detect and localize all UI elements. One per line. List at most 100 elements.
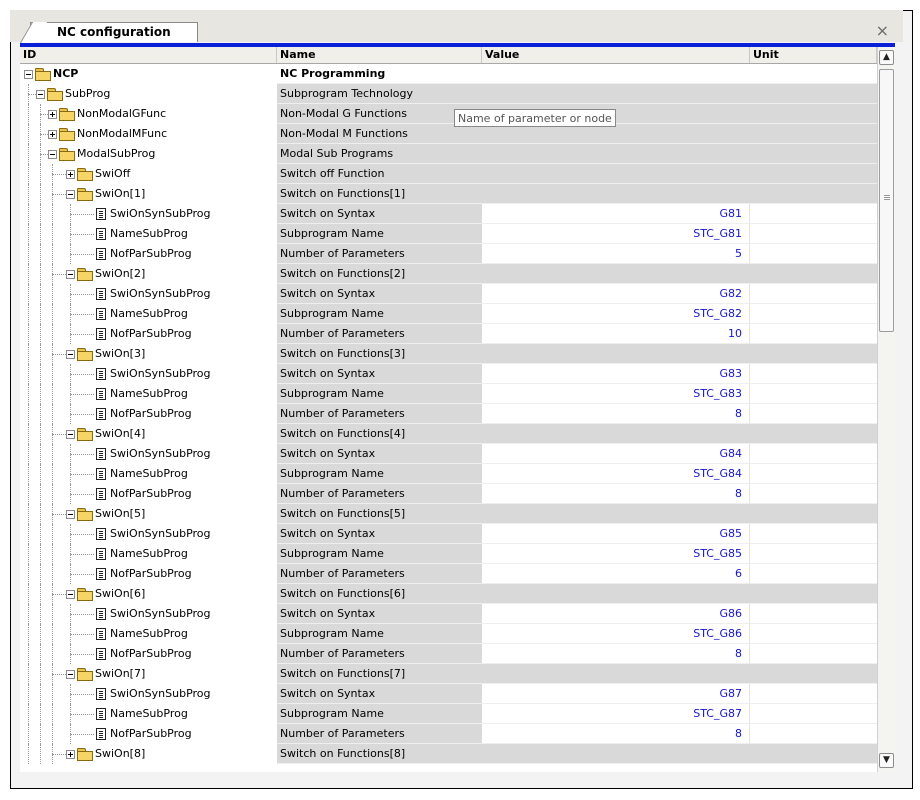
id-cell[interactable]: SwiOn[6] [20, 584, 277, 604]
collapse-icon[interactable] [66, 669, 75, 679]
id-cell[interactable]: NofParSubProg [20, 324, 277, 344]
value-cell[interactable]: STC_G86 [482, 624, 750, 644]
table-row[interactable]: NonModalMFunc Non-Modal M Functions [20, 124, 877, 144]
collapse-icon[interactable] [48, 149, 57, 159]
close-icon[interactable]: × [876, 23, 889, 39]
table-row[interactable]: NameSubProg Subprogram Name STC_G85 [20, 544, 877, 564]
table-row[interactable]: NCP NC Programming [20, 64, 877, 84]
table-row[interactable]: NameSubProg Subprogram Name STC_G82 [20, 304, 877, 324]
scroll-down-icon[interactable]: ▼ [879, 753, 894, 768]
value-cell[interactable]: 8 [482, 404, 750, 424]
id-cell[interactable]: SwiOn[4] [20, 424, 277, 444]
table-row[interactable]: NofParSubProg Number of Parameters 8 [20, 484, 877, 504]
value-cell[interactable]: STC_G85 [482, 544, 750, 564]
table-row[interactable]: SubProg Subprogram Technology [20, 84, 877, 104]
id-cell[interactable]: NofParSubProg [20, 404, 277, 424]
id-cell[interactable]: SwiOnSynSubProg [20, 284, 277, 304]
table-row[interactable]: SwiOnSynSubProg Switch on Syntax G84 [20, 444, 877, 464]
id-cell[interactable]: SwiOn[5] [20, 504, 277, 524]
id-cell[interactable]: SwiOnSynSubProg [20, 524, 277, 544]
value-cell[interactable]: 6 [482, 564, 750, 584]
value-cell[interactable]: STC_G82 [482, 304, 750, 324]
table-row[interactable]: NofParSubProg Number of Parameters 6 [20, 564, 877, 584]
table-row[interactable]: SwiOn[5] Switch on Functions[5] [20, 504, 877, 524]
id-cell[interactable]: NCP [20, 64, 277, 84]
table-row[interactable]: SwiOn[1] Switch on Functions[1] [20, 184, 877, 204]
id-cell[interactable]: NameSubProg [20, 304, 277, 324]
value-cell[interactable]: G82 [482, 284, 750, 304]
table-row[interactable]: SwiOn[8] Switch on Functions[8] [20, 744, 877, 764]
id-cell[interactable]: NameSubProg [20, 704, 277, 724]
table-row[interactable]: SwiOnSynSubProg Switch on Syntax G82 [20, 284, 877, 304]
table-row[interactable]: NofParSubProg Number of Parameters 8 [20, 644, 877, 664]
id-cell[interactable]: NonModalMFunc [20, 124, 277, 144]
table-row[interactable]: NofParSubProg Number of Parameters 8 [20, 404, 877, 424]
id-cell[interactable]: NofParSubProg [20, 564, 277, 584]
table-row[interactable]: NameSubProg Subprogram Name STC_G87 [20, 704, 877, 724]
id-cell[interactable]: SwiOn[3] [20, 344, 277, 364]
collapse-icon[interactable] [66, 269, 75, 279]
table-row[interactable]: NofParSubProg Number of Parameters 8 [20, 724, 877, 744]
collapse-icon[interactable] [66, 589, 75, 599]
value-cell[interactable]: G81 [482, 204, 750, 224]
table-row[interactable]: NofParSubProg Number of Parameters 10 [20, 324, 877, 344]
id-cell[interactable]: SwiOn[2] [20, 264, 277, 284]
id-cell[interactable]: NameSubProg [20, 384, 277, 404]
column-header-id[interactable]: ID [20, 47, 277, 63]
collapse-icon[interactable] [66, 189, 75, 199]
value-cell[interactable]: G85 [482, 524, 750, 544]
table-row[interactable]: NonModalGFunc Non-Modal G Functions [20, 104, 877, 124]
id-cell[interactable]: ModalSubProg [20, 144, 277, 164]
id-cell[interactable]: SwiOn[1] [20, 184, 277, 204]
column-header-unit[interactable]: Unit [750, 47, 877, 63]
id-cell[interactable]: SwiOnSynSubProg [20, 684, 277, 704]
table-row[interactable]: SwiOn[3] Switch on Functions[3] [20, 344, 877, 364]
id-cell[interactable]: NameSubProg [20, 464, 277, 484]
id-cell[interactable]: SwiOn[7] [20, 664, 277, 684]
collapse-icon[interactable] [66, 429, 75, 439]
expand-icon[interactable] [66, 169, 75, 179]
table-row[interactable]: NameSubProg Subprogram Name STC_G83 [20, 384, 877, 404]
id-cell[interactable]: NameSubProg [20, 544, 277, 564]
table-row[interactable]: SwiOnSynSubProg Switch on Syntax G85 [20, 524, 877, 544]
table-row[interactable]: NameSubProg Subprogram Name STC_G86 [20, 624, 877, 644]
table-row[interactable]: NameSubProg Subprogram Name STC_G81 [20, 224, 877, 244]
table-row[interactable]: SwiOnSynSubProg Switch on Syntax G87 [20, 684, 877, 704]
value-cell[interactable]: STC_G83 [482, 384, 750, 404]
table-row[interactable]: SwiOn[6] Switch on Functions[6] [20, 584, 877, 604]
id-cell[interactable]: SwiOnSynSubProg [20, 204, 277, 224]
id-cell[interactable]: NonModalGFunc [20, 104, 277, 124]
value-cell[interactable]: 5 [482, 244, 750, 264]
id-cell[interactable]: NofParSubProg [20, 644, 277, 664]
value-cell[interactable]: G84 [482, 444, 750, 464]
value-cell[interactable]: STC_G81 [482, 224, 750, 244]
column-header-name[interactable]: Name [277, 47, 482, 63]
id-cell[interactable]: SubProg [20, 84, 277, 104]
table-row[interactable]: NameSubProg Subprogram Name STC_G84 [20, 464, 877, 484]
id-cell[interactable]: SwiOnSynSubProg [20, 604, 277, 624]
table-row[interactable]: ModalSubProg Modal Sub Programs [20, 144, 877, 164]
id-cell[interactable]: NameSubProg [20, 224, 277, 244]
value-cell[interactable]: 10 [482, 324, 750, 344]
value-cell[interactable]: G87 [482, 684, 750, 704]
table-row[interactable]: NofParSubProg Number of Parameters 5 [20, 244, 877, 264]
table-row[interactable]: SwiOn[7] Switch on Functions[7] [20, 664, 877, 684]
vertical-scrollbar[interactable]: ▲ ▼ [877, 47, 895, 772]
id-cell[interactable]: SwiOnSynSubProg [20, 444, 277, 464]
id-cell[interactable]: NofParSubProg [20, 724, 277, 744]
expand-icon[interactable] [48, 109, 57, 119]
table-row[interactable]: SwiOnSynSubProg Switch on Syntax G81 [20, 204, 877, 224]
value-cell[interactable]: 8 [482, 644, 750, 664]
collapse-icon[interactable] [24, 69, 33, 79]
value-cell[interactable]: STC_G87 [482, 704, 750, 724]
expand-icon[interactable] [48, 129, 57, 139]
collapse-icon[interactable] [36, 89, 45, 99]
table-row[interactable]: SwiOff Switch off Function [20, 164, 877, 184]
id-cell[interactable]: SwiOnSynSubProg [20, 364, 277, 384]
table-row[interactable]: SwiOn[2] Switch on Functions[2] [20, 264, 877, 284]
value-cell[interactable]: G83 [482, 364, 750, 384]
tab-nc-configuration[interactable]: NC configuration [30, 22, 198, 42]
collapse-icon[interactable] [66, 349, 75, 359]
id-cell[interactable]: SwiOn[8] [20, 744, 277, 764]
id-cell[interactable]: NofParSubProg [20, 244, 277, 264]
